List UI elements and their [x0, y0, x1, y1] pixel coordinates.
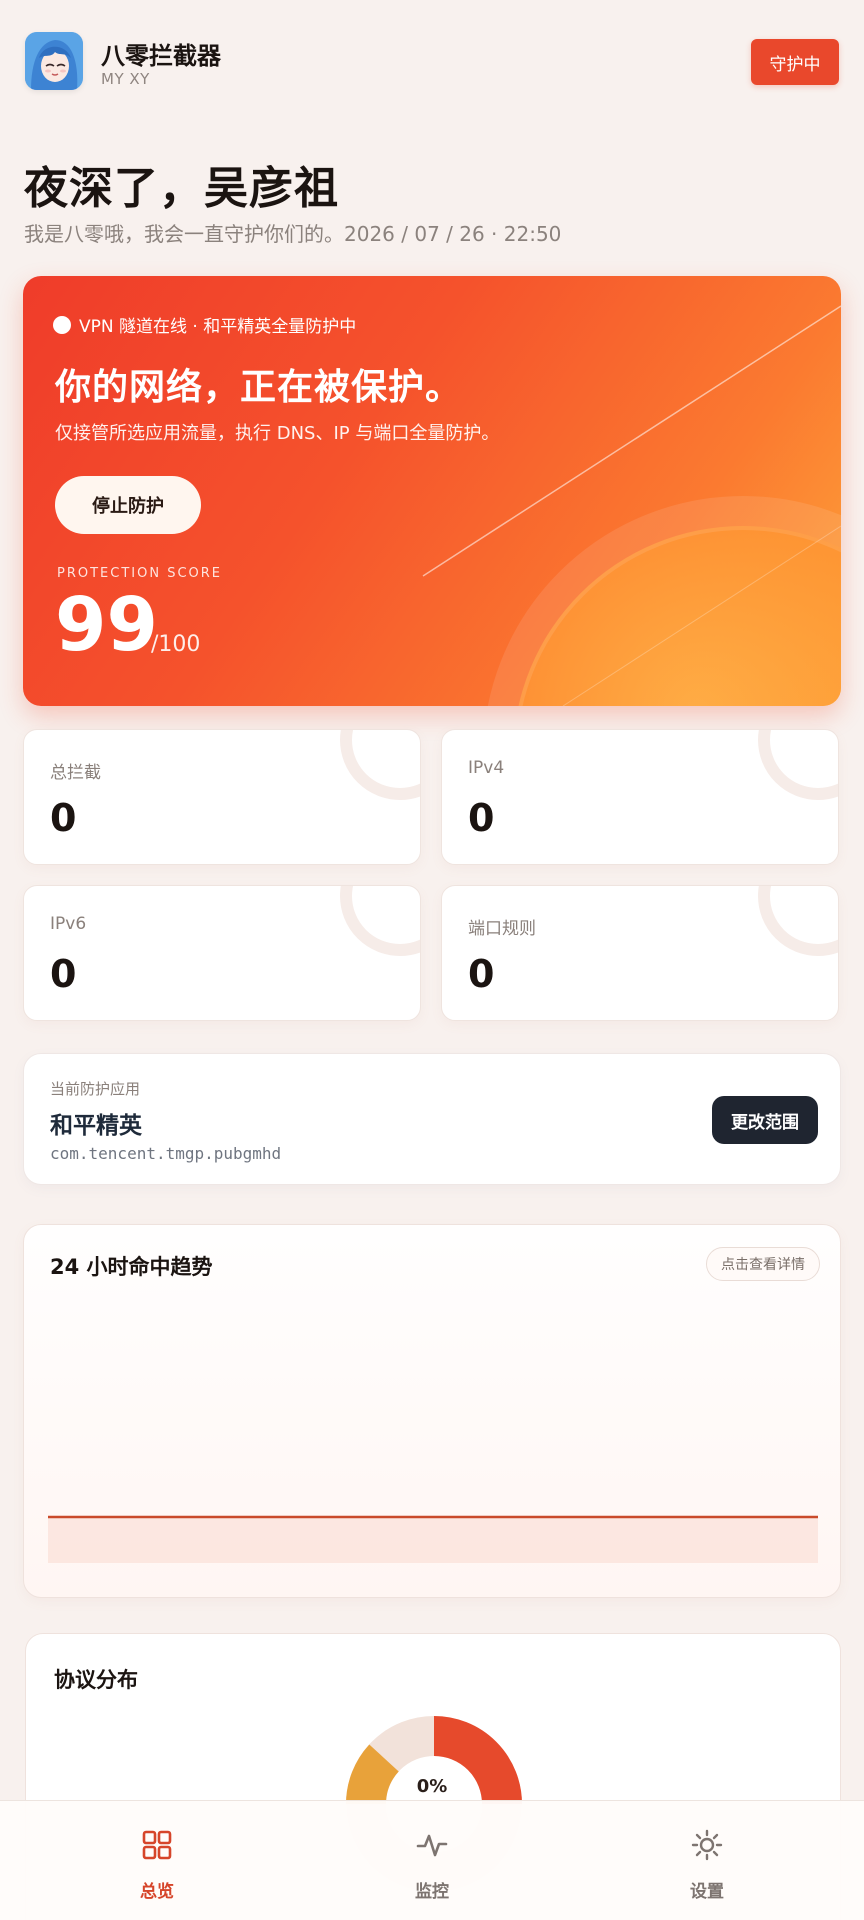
anime-avatar-icon — [25, 32, 83, 90]
stat-ipv6: IPv6 0 — [23, 885, 421, 1021]
current-app-label: 当前防护应用 — [50, 1080, 141, 1098]
current-app-name: 和平精英 — [50, 1113, 142, 1139]
vpn-status-text: VPN 隧道在线 · 和平精英全量防护中 — [79, 317, 357, 337]
greeting-title: 夜深了，吴彦祖 — [24, 163, 339, 214]
stat-value: 0 — [468, 952, 495, 996]
stat-label: 端口规则 — [468, 919, 536, 939]
hero-title: 你的网络，正在被保护。 — [55, 367, 463, 408]
guard-status-button[interactable]: 守护中 — [751, 39, 839, 85]
hero-description: 仅接管所选应用流量，执行 DNS、IP 与端口全量防护。 — [55, 423, 500, 444]
change-scope-button[interactable]: 更改范围 — [712, 1096, 818, 1144]
view-details-link[interactable]: 点击查看详情 — [706, 1247, 820, 1281]
grid-icon — [142, 1830, 172, 1860]
protocol-title: 协议分布 — [54, 1668, 138, 1692]
app-name: 八零拦截器 — [101, 42, 221, 70]
app-screen: 八零拦截器 MY XY 守护中 夜深了，吴彦祖 我是八零哦，我会一直守护你们的。… — [0, 0, 864, 1920]
stat-label: IPv6 — [50, 914, 87, 934]
score-max: /100 — [151, 632, 201, 657]
app-subtitle: MY XY — [101, 70, 150, 88]
protection-hero-card: VPN 隧道在线 · 和平精英全量防护中 你的网络，正在被保护。 仅接管所选应用… — [23, 276, 841, 706]
stat-label: IPv4 — [468, 758, 505, 778]
stat-total-blocked: 总拦截 0 — [23, 729, 421, 865]
status-dot-icon — [53, 315, 71, 334]
bottom-navigation: 总览 监控 设置 — [0, 1800, 864, 1920]
nav-label: 监控 — [415, 1882, 449, 1902]
stop-protection-button[interactable]: 停止防护 — [55, 476, 201, 534]
gear-icon — [691, 1829, 723, 1861]
stat-value: 0 — [50, 952, 77, 996]
stat-decoration — [340, 886, 420, 956]
donut-slice — [346, 1744, 400, 1805]
trend-area — [48, 1517, 818, 1563]
trend-chart — [48, 1515, 818, 1563]
nav-item-monitor[interactable]: 监控 — [352, 1801, 512, 1920]
trend-card[interactable]: 24 小时命中趋势 点击查看详情 — [23, 1224, 841, 1598]
current-app-package: com.tencent.tmgp.pubgmhd — [50, 1144, 282, 1163]
stat-decoration — [758, 730, 838, 800]
score-label: PROTECTION SCORE — [57, 566, 223, 581]
nav-item-settings[interactable]: 设置 — [627, 1801, 787, 1920]
nav-item-overview[interactable]: 总览 — [77, 1801, 237, 1920]
stat-decoration — [340, 730, 420, 800]
vpn-status: VPN 隧道在线 · 和平精英全量防护中 — [53, 312, 356, 337]
current-app-card: 当前防护应用 和平精英 com.tencent.tmgp.pubgmhd 更改范… — [23, 1053, 841, 1185]
stat-label: 总拦截 — [50, 763, 101, 783]
nav-label: 设置 — [690, 1882, 724, 1902]
nav-label: 总览 — [140, 1882, 174, 1902]
stat-decoration — [758, 886, 838, 956]
greeting-subtitle: 我是八零哦，我会一直守护你们的。2026 / 07 / 26 · 22:50 — [24, 222, 562, 246]
protection-score: 99 — [55, 582, 158, 668]
stat-ipv4: IPv4 0 — [441, 729, 839, 865]
stat-port-rules: 端口规则 0 — [441, 885, 839, 1021]
pulse-icon — [416, 1834, 448, 1857]
donut-center-label: 0% — [416, 1776, 448, 1797]
stat-value: 0 — [468, 796, 495, 840]
app-header: 八零拦截器 MY XY 守护中 — [25, 32, 839, 96]
stat-value: 0 — [50, 796, 77, 840]
trend-title: 24 小时命中趋势 — [50, 1255, 213, 1279]
